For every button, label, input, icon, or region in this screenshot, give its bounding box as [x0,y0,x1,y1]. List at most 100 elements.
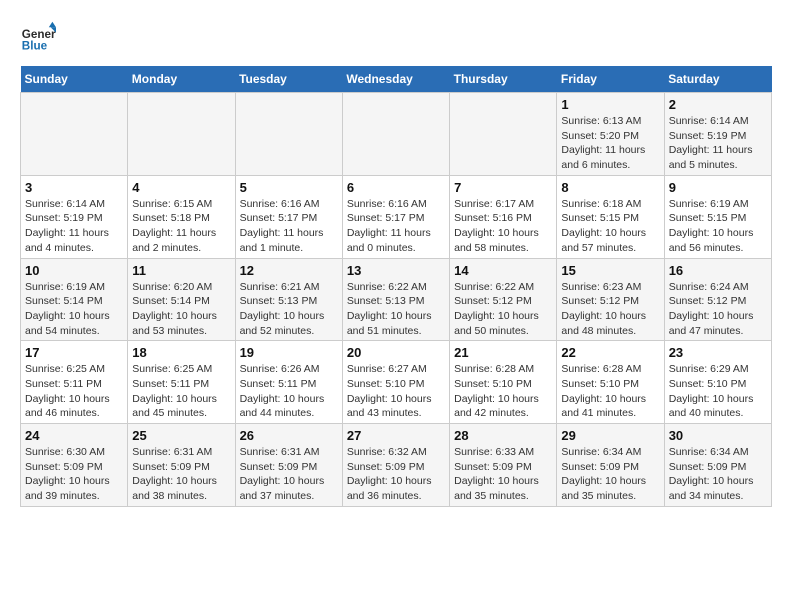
day-info: Sunrise: 6:32 AM Sunset: 5:09 PM Dayligh… [347,445,445,504]
calendar-cell: 14 Sunrise: 6:22 AM Sunset: 5:12 PM Dayli… [450,258,557,341]
day-number: 23 [669,345,767,360]
day-info: Sunrise: 6:18 AM Sunset: 5:15 PM Dayligh… [561,197,659,256]
calendar-cell [342,93,449,176]
day-info: Sunrise: 6:31 AM Sunset: 5:09 PM Dayligh… [240,445,338,504]
day-info: Sunrise: 6:13 AM Sunset: 5:20 PM Dayligh… [561,114,659,173]
calendar-cell: 13 Sunrise: 6:22 AM Sunset: 5:13 PM Dayli… [342,258,449,341]
calendar-table: SundayMondayTuesdayWednesdayThursdayFrid… [20,66,772,507]
day-number: 28 [454,428,552,443]
day-number: 4 [132,180,230,195]
calendar-cell: 10 Sunrise: 6:19 AM Sunset: 5:14 PM Dayli… [21,258,128,341]
day-info: Sunrise: 6:29 AM Sunset: 5:10 PM Dayligh… [669,362,767,421]
calendar-cell: 23 Sunrise: 6:29 AM Sunset: 5:10 PM Dayli… [664,341,771,424]
day-number: 21 [454,345,552,360]
day-number: 15 [561,263,659,278]
calendar-cell: 20 Sunrise: 6:27 AM Sunset: 5:10 PM Dayli… [342,341,449,424]
weekday-header: Friday [557,66,664,93]
day-info: Sunrise: 6:24 AM Sunset: 5:12 PM Dayligh… [669,280,767,339]
day-number: 22 [561,345,659,360]
calendar-cell: 24 Sunrise: 6:30 AM Sunset: 5:09 PM Dayli… [21,424,128,507]
day-number: 16 [669,263,767,278]
day-number: 29 [561,428,659,443]
day-info: Sunrise: 6:34 AM Sunset: 5:09 PM Dayligh… [669,445,767,504]
calendar-header: SundayMondayTuesdayWednesdayThursdayFrid… [21,66,772,93]
calendar-cell: 8 Sunrise: 6:18 AM Sunset: 5:15 PM Daylig… [557,175,664,258]
day-info: Sunrise: 6:22 AM Sunset: 5:13 PM Dayligh… [347,280,445,339]
calendar-cell: 30 Sunrise: 6:34 AM Sunset: 5:09 PM Dayli… [664,424,771,507]
calendar-cell: 26 Sunrise: 6:31 AM Sunset: 5:09 PM Dayli… [235,424,342,507]
day-number: 27 [347,428,445,443]
day-info: Sunrise: 6:33 AM Sunset: 5:09 PM Dayligh… [454,445,552,504]
calendar-week: 1 Sunrise: 6:13 AM Sunset: 5:20 PM Daylig… [21,93,772,176]
day-number: 30 [669,428,767,443]
day-info: Sunrise: 6:22 AM Sunset: 5:12 PM Dayligh… [454,280,552,339]
day-info: Sunrise: 6:27 AM Sunset: 5:10 PM Dayligh… [347,362,445,421]
calendar-cell: 9Sunrise: 6:19 AM Sunset: 5:15 PM Daylig… [664,175,771,258]
logo: General Blue [20,20,60,56]
day-info: Sunrise: 6:28 AM Sunset: 5:10 PM Dayligh… [561,362,659,421]
day-number: 17 [25,345,123,360]
calendar-cell: 28 Sunrise: 6:33 AM Sunset: 5:09 PM Dayli… [450,424,557,507]
calendar-cell: 1 Sunrise: 6:13 AM Sunset: 5:20 PM Daylig… [557,93,664,176]
day-number: 6 [347,180,445,195]
calendar-cell: 19 Sunrise: 6:26 AM Sunset: 5:11 PM Dayli… [235,341,342,424]
weekday-header: Wednesday [342,66,449,93]
calendar-cell [235,93,342,176]
calendar-cell: 17 Sunrise: 6:25 AM Sunset: 5:11 PM Dayli… [21,341,128,424]
day-number: 13 [347,263,445,278]
calendar-cell: 4 Sunrise: 6:15 AM Sunset: 5:18 PM Daylig… [128,175,235,258]
calendar-cell: 27 Sunrise: 6:32 AM Sunset: 5:09 PM Dayli… [342,424,449,507]
calendar-cell: 12 Sunrise: 6:21 AM Sunset: 5:13 PM Dayli… [235,258,342,341]
day-number: 20 [347,345,445,360]
calendar-cell: 25 Sunrise: 6:31 AM Sunset: 5:09 PM Dayli… [128,424,235,507]
day-number: 7 [454,180,552,195]
day-number: 26 [240,428,338,443]
calendar-cell: 6 Sunrise: 6:16 AM Sunset: 5:17 PM Daylig… [342,175,449,258]
day-info: Sunrise: 6:23 AM Sunset: 5:12 PM Dayligh… [561,280,659,339]
calendar-cell: 3 Sunrise: 6:14 AM Sunset: 5:19 PM Daylig… [21,175,128,258]
weekday-header: Thursday [450,66,557,93]
day-number: 24 [25,428,123,443]
day-number: 25 [132,428,230,443]
day-info: Sunrise: 6:21 AM Sunset: 5:13 PM Dayligh… [240,280,338,339]
day-info: Sunrise: 6:25 AM Sunset: 5:11 PM Dayligh… [132,362,230,421]
calendar-cell: 11Sunrise: 6:20 AM Sunset: 5:14 PM Dayli… [128,258,235,341]
day-info: Sunrise: 6:14 AM Sunset: 5:19 PM Dayligh… [669,114,767,173]
calendar-week: 17 Sunrise: 6:25 AM Sunset: 5:11 PM Dayli… [21,341,772,424]
day-info: Sunrise: 6:19 AM Sunset: 5:14 PM Dayligh… [25,280,123,339]
day-info: Sunrise: 6:25 AM Sunset: 5:11 PM Dayligh… [25,362,123,421]
calendar-cell: 29 Sunrise: 6:34 AM Sunset: 5:09 PM Dayli… [557,424,664,507]
day-number: 8 [561,180,659,195]
day-info: Sunrise: 6:31 AM Sunset: 5:09 PM Dayligh… [132,445,230,504]
day-info: Sunrise: 6:14 AM Sunset: 5:19 PM Dayligh… [25,197,123,256]
calendar-cell [450,93,557,176]
day-info: Sunrise: 6:17 AM Sunset: 5:16 PM Dayligh… [454,197,552,256]
day-info: Sunrise: 6:30 AM Sunset: 5:09 PM Dayligh… [25,445,123,504]
day-number: 11 [132,263,230,278]
calendar-week: 3 Sunrise: 6:14 AM Sunset: 5:19 PM Daylig… [21,175,772,258]
weekday-header: Monday [128,66,235,93]
day-number: 12 [240,263,338,278]
day-number: 19 [240,345,338,360]
svg-text:Blue: Blue [22,40,48,53]
day-info: Sunrise: 6:26 AM Sunset: 5:11 PM Dayligh… [240,362,338,421]
day-number: 14 [454,263,552,278]
calendar-cell: 5Sunrise: 6:16 AM Sunset: 5:17 PM Daylig… [235,175,342,258]
day-info: Sunrise: 6:28 AM Sunset: 5:10 PM Dayligh… [454,362,552,421]
day-info: Sunrise: 6:34 AM Sunset: 5:09 PM Dayligh… [561,445,659,504]
calendar-cell: 7 Sunrise: 6:17 AM Sunset: 5:16 PM Daylig… [450,175,557,258]
day-number: 1 [561,97,659,112]
day-number: 3 [25,180,123,195]
calendar-cell [128,93,235,176]
page-header: General Blue [20,20,772,56]
calendar-week: 24 Sunrise: 6:30 AM Sunset: 5:09 PM Dayli… [21,424,772,507]
day-number: 9 [669,180,767,195]
day-info: Sunrise: 6:16 AM Sunset: 5:17 PM Dayligh… [347,197,445,256]
day-info: Sunrise: 6:15 AM Sunset: 5:18 PM Dayligh… [132,197,230,256]
day-number: 5 [240,180,338,195]
day-number: 18 [132,345,230,360]
calendar-cell [21,93,128,176]
day-number: 10 [25,263,123,278]
calendar-week: 10 Sunrise: 6:19 AM Sunset: 5:14 PM Dayli… [21,258,772,341]
weekday-header: Tuesday [235,66,342,93]
